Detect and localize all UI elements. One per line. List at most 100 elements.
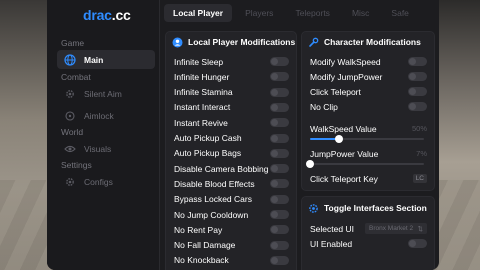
toggle-row[interactable]: Infinite Stamina	[166, 85, 296, 100]
slider-knob[interactable]	[334, 135, 343, 143]
toggle-row[interactable]: No Rent Pay	[166, 222, 296, 237]
app-logo: drac.cc	[83, 7, 131, 23]
selected-ui-dropdown[interactable]: Bronx Market 2 ⇅	[365, 223, 427, 234]
toggle-row[interactable]: Bypass Locked Cars	[166, 192, 296, 207]
logo-text-primary: drac	[83, 7, 112, 23]
tab-local-player[interactable]: Local Player	[164, 4, 233, 22]
toggle-label: Disable Blood Effects	[174, 178, 255, 189]
ui-enabled-row[interactable]: UI Enabled	[302, 236, 434, 251]
toggle-label: Instant Interact	[174, 102, 231, 113]
toggle-row[interactable]: Infinite Sleep	[166, 54, 296, 69]
toggle-row-click-teleport[interactable]: Click Teleport	[302, 84, 434, 99]
keybind-label: Click Teleport Key	[310, 173, 378, 184]
toggle-switch[interactable]	[270, 240, 289, 250]
toggle-switch[interactable]	[270, 87, 289, 97]
toggle-label: Modify WalkSpeed	[310, 56, 381, 67]
keybind-button[interactable]: LC	[412, 174, 427, 183]
toggle-label: Auto Pickup Bags	[174, 148, 242, 159]
tab-misc[interactable]: Misc	[343, 4, 378, 22]
slider-label: WalkSpeed Value	[310, 123, 377, 134]
interfaces-panel: Toggle Interfaces Section Selected UI Br…	[301, 196, 435, 270]
toggle-row[interactable]: Disable Camera Bobbing	[166, 161, 296, 176]
panel-header: Toggle Interfaces Section	[302, 197, 434, 219]
selected-ui-row: Selected UI Bronx Market 2 ⇅	[302, 221, 434, 236]
toggle-row[interactable]: Instant Revive	[166, 115, 296, 130]
sidebar-item-silent-aim[interactable]: Silent Aim	[57, 84, 155, 103]
tab-teleports[interactable]: Teleports	[286, 4, 339, 22]
toggle-label: No Rent Pay	[174, 224, 223, 235]
panel-title: Toggle Interfaces Section	[324, 203, 427, 213]
sidebar-item-label: Silent Aim	[84, 88, 122, 99]
toggle-switch[interactable]	[270, 164, 289, 174]
sidebar-item-label: Main	[84, 54, 104, 65]
panel-header: Local Player Modifications	[166, 32, 296, 52]
toggle-row[interactable]: Infinite Hunger	[166, 69, 296, 84]
gear-icon	[64, 176, 76, 188]
chevron-updown-icon: ⇅	[417, 225, 423, 233]
toggle-row[interactable]: No Jump Cooldown	[166, 207, 296, 222]
toggle-row-modify-walkspeed[interactable]: Modify WalkSpeed	[302, 54, 434, 69]
tab-safe[interactable]: Safe	[382, 4, 418, 22]
panel-title: Character Modifications	[324, 37, 421, 47]
sidebar-item-label: Aimlock	[84, 110, 114, 121]
toggle-switch[interactable]	[270, 255, 289, 265]
toggle-row[interactable]: Disable Blood Effects	[166, 176, 296, 191]
toggle-label: Auto Pickup Cash	[174, 133, 242, 143]
toggle-switch[interactable]	[270, 225, 289, 235]
toggle-switch[interactable]	[270, 194, 289, 204]
gear-icon	[308, 203, 319, 214]
wrench-icon	[308, 37, 319, 48]
toggle-switch[interactable]	[270, 179, 289, 189]
sidebar-item-main[interactable]: Main	[57, 50, 155, 69]
sidebar-item-aimlock[interactable]: Aimlock	[57, 106, 155, 125]
toggle-switch[interactable]	[408, 102, 427, 111]
sidebar-item-visuals[interactable]: Visuals	[57, 139, 155, 158]
toggle-switch[interactable]	[270, 210, 289, 219]
toggle-row-modify-jumppower[interactable]: Modify JumpPower	[302, 69, 434, 84]
slider-value: 50%	[411, 124, 427, 133]
dropdown-label: Selected UI	[310, 223, 354, 234]
section-label-settings: Settings	[61, 160, 92, 170]
toggle-label: Disable Camera Bobbing	[174, 163, 269, 174]
user-icon	[172, 37, 183, 48]
slider-knob[interactable]	[306, 160, 314, 168]
jumppower-slider-row: JumpPower Value 7%	[302, 146, 434, 161]
gear-icon	[64, 88, 76, 100]
section-label-combat: Combat	[61, 72, 91, 82]
toggle-label: Instant Revive	[174, 117, 228, 128]
toggle-row-no-clip[interactable]: No Clip	[302, 99, 434, 114]
toggle-row[interactable]: No Knockback	[166, 253, 296, 268]
toggle-row[interactable]: Auto Pickup Bags	[166, 146, 296, 161]
toggle-switch[interactable]	[270, 133, 289, 143]
toggle-row[interactable]: No Fall Damage	[166, 238, 296, 253]
toggle-row[interactable]: Instant Interact	[166, 100, 296, 115]
sidebar-item-label: Visuals	[84, 143, 112, 154]
panel-title: Local Player Modifications	[188, 37, 296, 47]
logo-text-secondary: .cc	[111, 7, 131, 23]
slider-value: 7%	[416, 149, 427, 158]
toggle-switch[interactable]	[270, 118, 289, 128]
toggle-switch[interactable]	[270, 72, 289, 82]
local-player-panel: Local Player Modifications Infinite Slee…	[165, 31, 297, 270]
eye-icon	[64, 143, 76, 155]
toggle-switch[interactable]	[408, 87, 427, 96]
toggle-switch[interactable]	[270, 102, 289, 112]
toggle-switch[interactable]	[408, 72, 427, 81]
toggle-switch[interactable]	[270, 148, 289, 158]
teleport-key-row[interactable]: Click Teleport Key LC	[302, 171, 434, 186]
sidebar-item-configs[interactable]: Configs	[57, 172, 155, 191]
toggle-switch[interactable]	[408, 239, 427, 248]
toggle-label: No Clip	[310, 101, 338, 112]
tab-players[interactable]: Players	[236, 4, 282, 22]
toggle-switch[interactable]	[408, 57, 427, 66]
jumppower-slider[interactable]	[306, 160, 424, 168]
toggle-row[interactable]: Auto Pickup Cash	[166, 131, 296, 146]
section-label-game: Game	[61, 38, 85, 48]
crosshair-icon	[64, 110, 76, 122]
toggle-label: Bypass Locked Cars	[174, 194, 252, 205]
toggle-switch[interactable]	[270, 57, 289, 66]
panel-header: Character Modifications	[302, 32, 434, 52]
walkspeed-slider[interactable]	[310, 135, 424, 143]
sidebar-item-label: Configs	[84, 176, 113, 187]
globe-icon	[64, 53, 76, 66]
